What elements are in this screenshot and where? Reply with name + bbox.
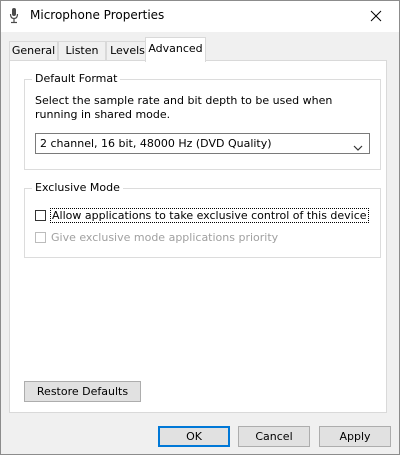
ok-button[interactable]: OK [158,426,230,447]
advanced-tab-panel: Default Format Select the sample rate an… [9,60,387,413]
close-button[interactable] [353,1,399,32]
title-bar: Microphone Properties [1,1,399,32]
chevron-down-icon [353,139,363,151]
tab-advanced[interactable]: Advanced [145,37,206,62]
priority-row: Give exclusive mode applications priorit… [35,229,278,245]
default-format-label: Default Format [32,72,121,85]
tab-strip: General Listen Levels Advanced [9,37,387,62]
default-format-description: Select the sample rate and bit depth to … [35,94,333,121]
allow-exclusive-checkbox[interactable] [35,209,46,221]
tab-general[interactable]: General [9,41,58,60]
microphone-icon [9,8,19,24]
default-format-group: Default Format Select the sample rate an… [24,72,381,170]
restore-defaults-button[interactable]: Restore Defaults [24,381,141,402]
tab-listen[interactable]: Listen [58,41,106,60]
format-select[interactable]: 2 channel, 16 bit, 48000 Hz (DVD Quality… [35,133,370,154]
allow-exclusive-label[interactable]: Allow applications to take exclusive con… [50,207,369,223]
priority-checkbox [35,231,46,243]
apply-button[interactable]: Apply [319,426,391,447]
window-title: Microphone Properties [30,8,165,22]
tab-levels[interactable]: Levels [106,41,149,60]
properties-dialog: Microphone Properties General Listen Lev… [0,0,400,455]
allow-exclusive-row[interactable]: Allow applications to take exclusive con… [35,207,369,223]
exclusive-mode-label: Exclusive Mode [32,181,123,194]
format-selected-value: 2 channel, 16 bit, 48000 Hz (DVD Quality… [40,137,272,150]
cancel-button[interactable]: Cancel [238,426,310,447]
close-icon [370,7,382,26]
exclusive-mode-group: Exclusive Mode Allow applications to tak… [24,181,381,258]
priority-label: Give exclusive mode applications priorit… [51,230,279,244]
